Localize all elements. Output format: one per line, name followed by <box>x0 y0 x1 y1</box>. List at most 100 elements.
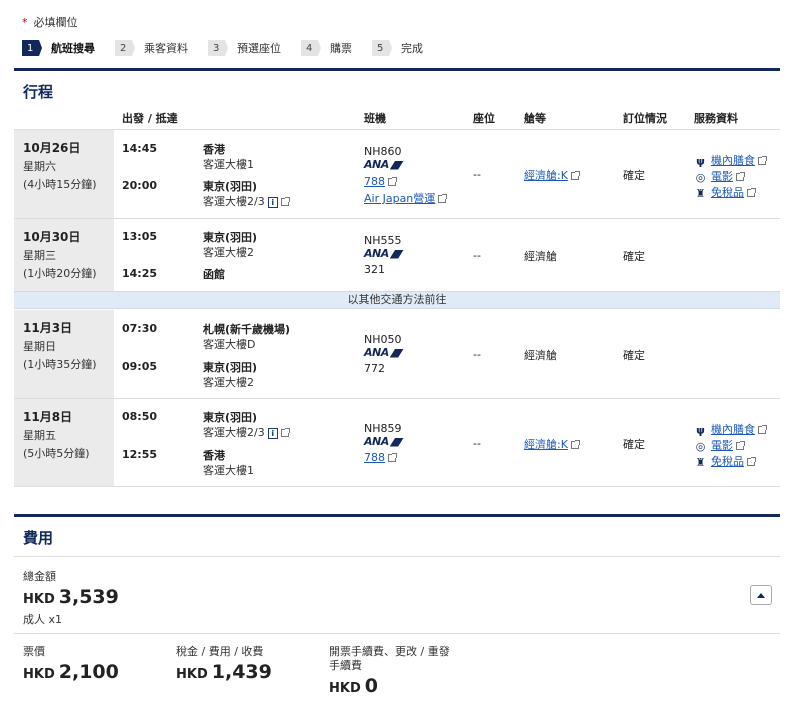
operator-link[interactable]: Air Japan營運 <box>364 190 448 206</box>
cabin-link[interactable]: 經濟艙:K <box>524 436 580 452</box>
arrival-time: 09:05 <box>122 360 158 373</box>
booking-status: 確定 <box>623 438 645 451</box>
amount-value: 1,439 <box>211 661 272 683</box>
aircraft-type[interactable]: 788 <box>364 451 385 464</box>
collapse-button[interactable] <box>750 585 772 605</box>
info-icon[interactable]: i <box>267 427 278 439</box>
seat-value: -- <box>473 168 481 181</box>
booking-status: 確定 <box>623 349 645 362</box>
service-label[interactable]: 機內膳食 <box>711 154 755 167</box>
flight-1-date: 10月26日 星期六 (4小時15分鐘) <box>14 130 114 218</box>
service-label[interactable]: 免稅品 <box>711 455 744 468</box>
service-meal[interactable]: ψ 機內膳食 <box>694 421 767 437</box>
external-link-icon[interactable] <box>570 440 580 449</box>
service-label[interactable]: 電影 <box>711 170 733 183</box>
step-2: 2 乘客資料 <box>115 40 188 56</box>
duty-free-icon: ♜ <box>695 455 706 469</box>
flight-number: NH859 <box>364 422 402 435</box>
transfer-note: 以其他交通方法前往 <box>14 291 780 309</box>
external-link-icon[interactable] <box>736 441 745 450</box>
cabin-text[interactable]: 經濟艙:K <box>524 438 568 451</box>
required-text: 必填欄位 <box>33 16 78 29</box>
seat-value: -- <box>473 249 481 262</box>
logo-mark <box>389 160 404 170</box>
operator-text[interactable]: Air Japan營運 <box>364 192 435 205</box>
logo-mark <box>389 249 404 259</box>
info-icon[interactable]: i <box>267 196 278 208</box>
step-5: 5 完成 <box>372 40 423 56</box>
arrival-city: 函館 <box>203 268 225 281</box>
terminal-text: 客運大樓2/3 <box>203 426 265 439</box>
logo-text: ANA <box>364 435 389 448</box>
aircraft-link[interactable]: 788 <box>364 175 397 188</box>
flight-number: NH555 <box>364 234 402 247</box>
logo-text: ANA <box>364 247 389 260</box>
step-label: 乘客資料 <box>144 42 188 55</box>
tax-label: 稅金 / 費用 / 收費 <box>176 645 264 658</box>
cabin-text[interactable]: 經濟艙:K <box>524 169 568 182</box>
required-star: * <box>22 16 28 29</box>
flight-2-date: 10月30日 星期三 (1小時20分鐘) <box>14 219 114 291</box>
aircraft-link[interactable]: 788 <box>364 451 397 464</box>
external-link-icon[interactable] <box>758 156 767 165</box>
logo-mark <box>389 348 404 358</box>
required-note: * 必填欄位 <box>22 14 78 30</box>
external-link-icon[interactable] <box>438 194 448 203</box>
service-meal[interactable]: ψ 機內膳食 <box>694 152 767 168</box>
external-link-icon[interactable] <box>388 453 397 462</box>
cabin-link[interactable]: 經濟艙:K <box>524 167 580 183</box>
step-number: 3 <box>208 40 228 56</box>
external-link-icon[interactable] <box>736 172 745 181</box>
service-movie[interactable]: ◎ 電影 <box>694 168 745 184</box>
service-label[interactable]: 免稅品 <box>711 186 744 199</box>
divider <box>14 633 780 634</box>
arrival-terminal: 客運大樓1 <box>203 464 254 477</box>
external-link-icon[interactable] <box>570 171 580 180</box>
flight-number: NH050 <box>364 333 402 346</box>
duty-free-icon: ♜ <box>695 186 706 200</box>
arrival-city: 東京(羽田) <box>203 180 258 193</box>
booking-status: 確定 <box>623 250 645 263</box>
external-link-icon[interactable] <box>758 425 767 434</box>
step-number: 4 <box>301 40 321 56</box>
external-link-icon[interactable] <box>388 177 397 186</box>
header-services: 服務資料 <box>694 112 738 125</box>
external-link-icon[interactable] <box>280 197 290 206</box>
meal-icon: ψ <box>696 154 705 168</box>
duration: (4小時15分鐘) <box>23 178 97 191</box>
fare-label: 票價 <box>23 645 45 658</box>
departure-city: 東京(羽田) <box>203 231 258 244</box>
total-amount: HKD 3,539 <box>23 586 119 608</box>
fare-amount: HKD 2,100 <box>23 661 119 683</box>
departure-city: 札幌(新千歲機場) <box>203 323 291 336</box>
duration: (1小時20分鐘) <box>23 267 97 280</box>
weekday: 星期日 <box>23 340 56 353</box>
duration: (5小時5分鐘) <box>23 447 90 460</box>
external-link-icon[interactable] <box>747 188 756 197</box>
service-dutyfree[interactable]: ♜ 免稅品 <box>694 453 756 469</box>
amount-value: 0 <box>364 675 378 697</box>
service-label[interactable]: 電影 <box>711 439 733 452</box>
departure-city: 東京(羽田) <box>203 411 258 424</box>
departure-time: 08:50 <box>122 410 158 423</box>
date: 10月26日 <box>23 141 81 155</box>
external-link-icon[interactable] <box>280 428 290 437</box>
handling-label-2: 手續費 <box>329 659 362 672</box>
service-dutyfree[interactable]: ♜ 免稅品 <box>694 184 756 200</box>
divider <box>14 129 780 130</box>
service-movie[interactable]: ◎ 電影 <box>694 437 745 453</box>
aircraft-type: 321 <box>364 263 385 276</box>
step-label: 航班搜尋 <box>51 42 95 55</box>
total-label: 總金額 <box>23 570 56 583</box>
service-label[interactable]: 機內膳食 <box>711 423 755 436</box>
aircraft-type[interactable]: 788 <box>364 175 385 188</box>
date: 11月8日 <box>23 410 73 424</box>
divider <box>14 398 780 399</box>
external-link-icon[interactable] <box>747 457 756 466</box>
itinerary-divider <box>14 68 780 71</box>
terminal-text: 客運大樓2/3 <box>203 195 265 208</box>
itinerary-title: 行程 <box>23 83 54 101</box>
divider <box>14 486 780 487</box>
step-1: 1 航班搜尋 <box>22 40 95 56</box>
header-seat: 座位 <box>473 112 495 125</box>
